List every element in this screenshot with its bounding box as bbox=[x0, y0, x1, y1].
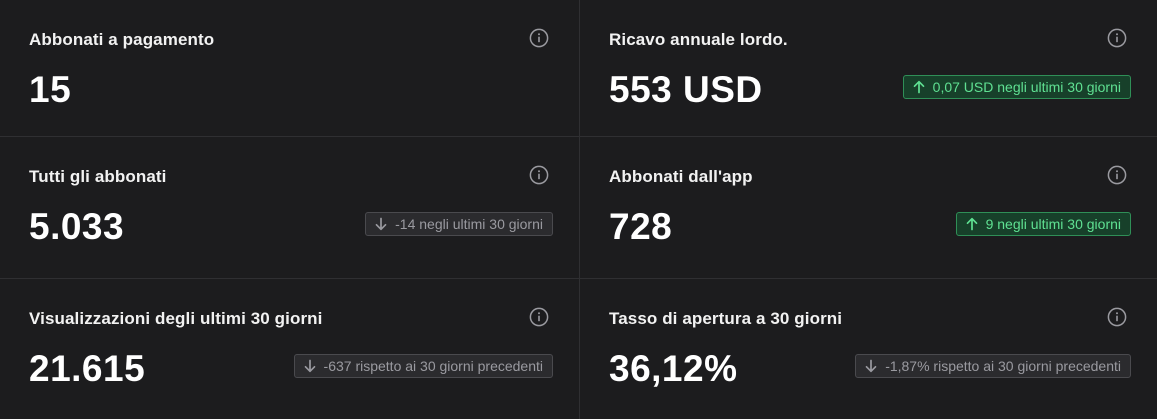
info-circle-icon[interactable] bbox=[1107, 165, 1127, 185]
arrow-down-icon bbox=[374, 217, 388, 231]
arrow-down-icon bbox=[303, 359, 317, 373]
card-title: Abbonati dall'app bbox=[609, 167, 753, 186]
stats-grid: Abbonati a pagamento 15 Ricavo annuale l… bbox=[0, 0, 1157, 419]
badge-text: -14 negli ultimi 30 giorni bbox=[395, 216, 543, 232]
card-title: Visualizzazioni degli ultimi 30 giorni bbox=[29, 309, 323, 328]
change-badge: -1,87% rispetto ai 30 giorni precedenti bbox=[855, 354, 1131, 378]
arrow-up-icon bbox=[965, 217, 979, 231]
badge-text: 9 negli ultimi 30 giorni bbox=[985, 216, 1121, 232]
card-value: 15 bbox=[29, 69, 72, 110]
change-badge: 9 negli ultimi 30 giorni bbox=[955, 212, 1131, 236]
info-circle-icon[interactable] bbox=[1107, 307, 1127, 327]
change-badge: -14 negli ultimi 30 giorni bbox=[365, 212, 553, 236]
card-value: 728 bbox=[609, 206, 673, 247]
card-paid-subscribers: Abbonati a pagamento 15 bbox=[0, 0, 580, 137]
change-badge: -637 rispetto ai 30 giorni precedenti bbox=[293, 354, 553, 378]
info-circle-icon[interactable] bbox=[529, 165, 549, 185]
card-value: 5.033 bbox=[29, 206, 125, 247]
card-title: Tutti gli abbonati bbox=[29, 167, 167, 186]
info-circle-icon[interactable] bbox=[529, 307, 549, 327]
card-all-subscribers: Tutti gli abbonati 5.033 -14 negli ultim… bbox=[0, 137, 580, 279]
card-open-rate-30-days: Tasso di apertura a 30 giorni 36,12% -1,… bbox=[580, 279, 1157, 419]
info-circle-icon[interactable] bbox=[529, 28, 549, 48]
badge-text: -1,87% rispetto ai 30 giorni precedenti bbox=[885, 358, 1121, 374]
card-title: Tasso di apertura a 30 giorni bbox=[609, 309, 843, 328]
card-gross-annual-revenue: Ricavo annuale lordo. 553 USD 0,07 USD n… bbox=[580, 0, 1157, 137]
card-title: Ricavo annuale lordo. bbox=[609, 30, 788, 49]
arrow-up-icon bbox=[912, 80, 926, 94]
arrow-down-icon bbox=[864, 359, 878, 373]
badge-text: -637 rispetto ai 30 giorni precedenti bbox=[323, 358, 543, 374]
info-circle-icon[interactable] bbox=[1107, 28, 1127, 48]
card-value: 21.615 bbox=[29, 348, 146, 389]
card-title: Abbonati a pagamento bbox=[29, 30, 215, 49]
card-value: 36,12% bbox=[609, 348, 738, 389]
change-badge: 0,07 USD negli ultimi 30 giorni bbox=[902, 75, 1131, 99]
badge-text: 0,07 USD negli ultimi 30 giorni bbox=[932, 79, 1121, 95]
card-app-subscribers: Abbonati dall'app 728 9 negli ultimi 30 … bbox=[580, 137, 1157, 279]
card-value: 553 USD bbox=[609, 69, 763, 110]
card-views-last-30-days: Visualizzazioni degli ultimi 30 giorni 2… bbox=[0, 279, 580, 419]
